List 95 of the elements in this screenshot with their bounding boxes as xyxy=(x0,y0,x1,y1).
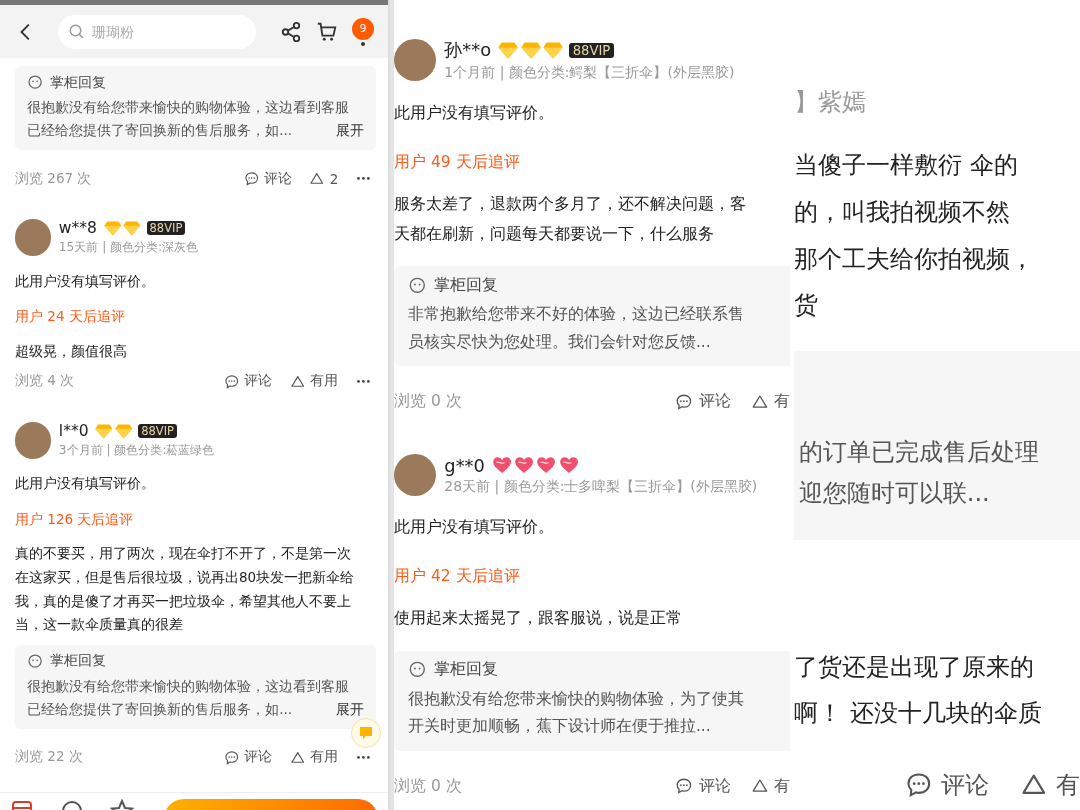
reply-text: 很抱歉没有给您带来愉快的购物体验，这边看到客服 xyxy=(27,677,350,697)
followup-label: 用户 42 天后追评 xyxy=(394,566,521,588)
useful-button[interactable]: 有 xyxy=(750,775,790,797)
expand-link[interactable]: 展开 xyxy=(335,698,364,721)
search-field[interactable]: 珊瑚粉 xyxy=(58,14,256,49)
view-count: 浏览 22 次 xyxy=(15,748,83,767)
review-text: 使用起来太摇晃了，跟客服说，说是正常 xyxy=(394,608,683,630)
triangle-icon xyxy=(290,373,306,390)
triangle-icon xyxy=(309,170,325,187)
useful-button[interactable]: 2 xyxy=(309,170,339,187)
view-count: 浏览 0 次 xyxy=(394,775,462,797)
followup-label: 用户 24 天后追评 xyxy=(15,308,126,327)
review-meta: 】紫嫣 xyxy=(794,87,867,118)
review-text: 当傻子一样敷衍 伞的 的，叫我拍视频不然 那个工夫给你拍视频， 货 xyxy=(794,150,1035,322)
smile-icon xyxy=(27,653,44,670)
diamond-icon xyxy=(114,422,133,439)
smile-icon xyxy=(407,275,427,295)
useful-button[interactable]: 有用 xyxy=(290,748,339,767)
diamond-icon xyxy=(123,219,141,237)
diamond-icon xyxy=(498,40,519,60)
expand-link[interactable]: 展开 xyxy=(335,119,364,143)
cart-icon[interactable] xyxy=(316,20,338,43)
reply-text: 员核实尽快为您处理。我们会针对您反馈... xyxy=(407,331,711,353)
review-meta: 28天前 | 颜色分类:士多啤梨【三折伞】(外层黑胶) xyxy=(444,478,758,497)
heart-icon xyxy=(514,455,535,475)
dot-icon xyxy=(361,41,365,46)
review-text: 此用户没有填写评价。 xyxy=(15,271,156,291)
avatar xyxy=(394,454,436,497)
diamond-icon xyxy=(542,40,563,60)
review-meta: 1个月前 | 颜色分类:鳄梨【三折伞】(外层黑胶) xyxy=(444,64,735,83)
useful-button[interactable]: 有 xyxy=(750,391,790,413)
view-count: 浏览 4 次 xyxy=(15,372,75,391)
triangle-icon xyxy=(290,749,306,766)
review-text: 此用户没有填写评价。 xyxy=(394,103,555,125)
review-meta: 3个月前 | 颜色分类:菘蓝绿色 xyxy=(58,441,215,459)
search-icon xyxy=(68,22,86,41)
diamond-icon xyxy=(95,422,113,439)
triangle-icon xyxy=(750,392,769,411)
reply-text: 迎您随时可以联... xyxy=(798,478,990,510)
view-count: 浏览 0 次 xyxy=(394,391,462,413)
smile-icon xyxy=(407,660,427,679)
avatar xyxy=(15,219,52,256)
review-text: 服务太差了，退款两个多月了，还不解决问题，客 天都在刷新，问题每天都要说一下，什么服务 xyxy=(394,194,747,245)
user-name: w**8 xyxy=(58,219,97,238)
vip-badge: 88VIP xyxy=(138,423,177,438)
vip-badge: 88VIP xyxy=(569,42,614,58)
reply-text: 的订单已完成售后处理 xyxy=(798,437,1039,469)
diamond-icon xyxy=(520,40,541,60)
diamond-icon xyxy=(103,219,122,237)
comment-icon xyxy=(675,777,694,796)
user-name: l**0 xyxy=(58,421,89,440)
comment-button[interactable]: 评论 xyxy=(675,775,731,797)
reply-title: 掌柜回复 xyxy=(50,73,107,92)
review-text: 此用户没有填写评价。 xyxy=(394,517,555,539)
reply-text: 已经给您提供了寄回换新的售后服务，如... xyxy=(27,700,292,720)
comment-icon xyxy=(224,749,240,766)
reply-text: 开关时更加顺畅，蕉下设计师在便于推拉... xyxy=(407,716,711,738)
comment-button[interactable]: 评论 xyxy=(224,372,273,391)
reply-text: 已经给您提供了寄回换新的售后服务，如... xyxy=(27,121,292,141)
reply-text: 很抱歉没有给您带来愉快的购物体验，为了使其 xyxy=(407,688,744,710)
heart-icon xyxy=(536,455,557,475)
followup-label: 用户 49 天后追评 xyxy=(394,152,521,174)
reply-title: 掌柜回复 xyxy=(50,652,107,671)
avatar xyxy=(15,422,52,459)
comment-button[interactable]: 评论 xyxy=(904,769,989,802)
user-name: 孙**o xyxy=(444,38,492,62)
reply-text: 很抱歉没有给您带来愉快的购物体验，这边看到客服 xyxy=(27,98,350,118)
review-text: 真的不要买，用了两次，现在伞打不开了，不是第一次 在这家买，但是售后很垃圾，说再出80块发一把新伞给 我，真的是傻了才再买一把垃圾伞，希望其他人不要上 当，这一款伞质量真的很差 xyxy=(15,544,356,635)
reply-title: 掌柜回复 xyxy=(434,274,499,296)
chat-icon xyxy=(357,724,375,742)
followup-label: 用户 126 天后追评 xyxy=(15,510,135,529)
useful-button[interactable]: 有用 xyxy=(290,372,339,391)
share-icon[interactable] xyxy=(280,20,302,43)
comment-icon xyxy=(675,392,694,411)
view-count: 浏览 267 次 xyxy=(15,169,92,188)
reply-title: 掌柜回复 xyxy=(434,659,499,681)
useful-button[interactable]: 有 xyxy=(1020,769,1080,802)
vip-badge: 88VIP xyxy=(146,221,186,236)
smile-icon xyxy=(27,74,44,91)
comment-icon xyxy=(224,373,240,390)
avatar xyxy=(394,39,436,82)
comment-button[interactable]: 评论 xyxy=(675,391,731,413)
user-name: g**0 xyxy=(444,454,485,476)
heart-icon xyxy=(558,455,579,475)
comment-button[interactable]: 评论 xyxy=(224,748,273,767)
reply-text: 非常抱歉给您带来不好的体验，这边已经联系售 xyxy=(407,304,744,325)
comment-icon xyxy=(904,771,933,799)
review-text: 了货还是出现了原来的 啊！ 还没十几块的伞质 xyxy=(794,651,1043,730)
notification-badge: 9 xyxy=(352,17,374,40)
review-text: 此用户没有填写评价。 xyxy=(15,474,156,494)
review-meta: 15天前 | 颜色分类:深灰色 xyxy=(58,239,199,257)
comment-icon xyxy=(243,170,260,187)
comment-button[interactable]: 评论 xyxy=(243,169,292,188)
heart-icon xyxy=(492,455,513,475)
review-text: 超级晃，颜值很高 xyxy=(15,341,128,361)
